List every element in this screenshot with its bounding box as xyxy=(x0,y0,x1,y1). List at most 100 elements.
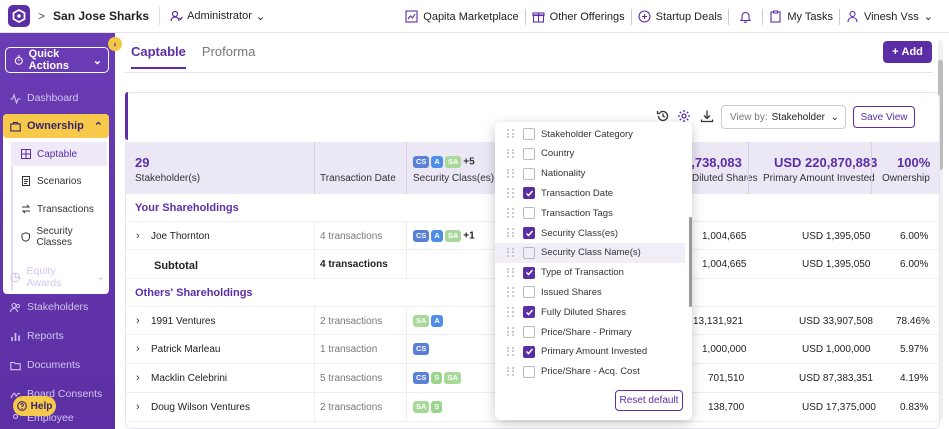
column-header-primary-amount[interactable]: Primary Amount Invested xyxy=(763,173,875,184)
chevron-down-icon: ⌄ xyxy=(92,54,102,67)
add-button[interactable]: + Add xyxy=(883,41,932,63)
column-option[interactable]: Primary Amount Invested xyxy=(495,342,685,362)
column-option[interactable]: Transaction Date xyxy=(495,183,685,203)
security-badges: CS S SA xyxy=(413,372,463,384)
chevron-right-icon[interactable]: › xyxy=(136,343,140,355)
column-option[interactable]: Stakeholder Category xyxy=(495,124,685,144)
column-header-stakeholders[interactable]: Stakeholder(s) xyxy=(135,173,200,184)
role-selector[interactable]: Administrator ⌄ xyxy=(170,10,265,23)
quick-actions-button[interactable]: Quick Actions ⌄ xyxy=(5,47,109,73)
gear-icon[interactable] xyxy=(677,109,691,123)
drag-handle-icon[interactable] xyxy=(507,129,515,139)
drag-handle-icon[interactable] xyxy=(507,327,515,337)
chevron-right-icon[interactable]: › xyxy=(136,315,140,327)
column-option[interactable]: Fully Diluted Shares xyxy=(495,302,685,322)
column-option[interactable]: Security Class Name(s) xyxy=(495,242,685,263)
column-option[interactable]: Issued Shares xyxy=(495,282,685,302)
sidebar-item-captable[interactable]: Captable xyxy=(11,142,107,166)
checkbox-unchecked[interactable] xyxy=(523,365,535,378)
transaction-count[interactable]: 5 transactions xyxy=(320,373,382,384)
drag-handle-icon[interactable] xyxy=(507,247,515,258)
drag-handle-icon[interactable] xyxy=(507,346,515,357)
column-option[interactable]: Security Class(es) xyxy=(495,223,685,243)
checkbox-unchecked[interactable] xyxy=(523,128,535,140)
notifications-button[interactable] xyxy=(729,10,762,23)
user-menu[interactable]: Vinesh Vss ⌄ xyxy=(840,10,939,23)
column-header-security-class[interactable]: Security Class(es) xyxy=(413,173,494,184)
badge-cs: CS xyxy=(413,372,430,384)
chevron-right-icon[interactable]: › xyxy=(136,401,140,413)
company-name[interactable]: San Jose Sharks xyxy=(53,9,149,23)
drag-handle-icon[interactable] xyxy=(507,208,515,218)
badge-sa: SA xyxy=(413,401,430,413)
checkbox-checked[interactable] xyxy=(523,306,535,319)
column-option[interactable]: Country xyxy=(495,144,685,164)
transaction-count[interactable]: 4 transactions xyxy=(320,231,382,242)
download-icon[interactable] xyxy=(700,109,714,123)
my-tasks-link[interactable]: My Tasks xyxy=(763,10,839,23)
column-option[interactable]: Price/Share - Primary xyxy=(495,322,685,342)
sidebar-item-ownership[interactable]: Ownership ⌃ xyxy=(3,114,109,138)
checkbox-unchecked[interactable] xyxy=(523,207,535,220)
column-header-ownership[interactable]: Ownership xyxy=(882,173,930,184)
checkbox-checked[interactable] xyxy=(523,266,535,279)
save-view-button[interactable]: Save View xyxy=(853,106,915,128)
column-menu-scrollbar[interactable] xyxy=(689,217,692,307)
chevron-down-icon: ⌄ xyxy=(830,111,839,123)
checkbox-unchecked[interactable] xyxy=(523,326,535,338)
checkbox-checked[interactable] xyxy=(523,345,535,358)
sidebar-item-security-classes[interactable]: Security Classes xyxy=(11,225,107,249)
sidebar-item-documents[interactable]: Documents xyxy=(0,354,115,376)
app-logo-icon[interactable] xyxy=(8,5,30,27)
tab-proforma[interactable]: Proforma xyxy=(202,44,255,69)
drag-handle-icon[interactable] xyxy=(507,366,515,377)
security-badges: SA A xyxy=(413,315,445,327)
drag-handle-icon[interactable] xyxy=(507,307,515,317)
column-option[interactable]: Nationality xyxy=(495,164,685,184)
top-bar: > San Jose Sharks Administrator ⌄ Qapita… xyxy=(0,0,949,33)
checkbox-unchecked[interactable] xyxy=(523,246,535,259)
tab-captable[interactable]: Captable xyxy=(131,44,186,69)
column-option[interactable]: Price/Share - Acq. Cost xyxy=(495,362,685,382)
sidebar-item-reports[interactable]: Reports xyxy=(0,325,115,347)
question-icon xyxy=(16,401,27,411)
reset-default-button[interactable]: Reset default xyxy=(615,390,683,411)
history-icon[interactable] xyxy=(656,109,670,123)
sidebar-item-transactions[interactable]: Transactions xyxy=(11,197,107,221)
checkbox-unchecked[interactable] xyxy=(523,147,535,160)
help-label: Help xyxy=(30,400,53,412)
column-header-transaction-date[interactable]: Transaction Date xyxy=(320,173,396,184)
drag-handle-icon[interactable] xyxy=(507,287,515,297)
sidebar-collapse-button[interactable]: ‹ xyxy=(108,37,122,51)
transaction-count[interactable]: 2 transactions xyxy=(320,402,382,413)
transaction-count[interactable]: 2 transactions xyxy=(320,316,382,327)
other-offerings-link[interactable]: Other Offerings xyxy=(526,10,631,23)
checkbox-unchecked[interactable] xyxy=(523,167,535,180)
chevron-right-icon[interactable]: › xyxy=(136,230,140,242)
transaction-count[interactable]: 1 transaction xyxy=(320,344,377,355)
chevron-left-icon: ‹ xyxy=(113,39,117,49)
drag-handle-icon[interactable] xyxy=(507,148,515,159)
sidebar-item-scenarios[interactable]: Scenarios xyxy=(11,169,107,193)
view-by-select[interactable]: View by: Stakeholder ⌄ xyxy=(721,105,846,129)
sidebar-item-stakeholders[interactable]: Stakeholders xyxy=(0,296,115,318)
sidebar-item-dashboard[interactable]: Dashboard xyxy=(0,87,115,109)
checkbox-checked[interactable] xyxy=(523,227,535,239)
marketplace-link[interactable]: Qapita Marketplace xyxy=(399,10,524,23)
chevron-right-icon[interactable]: › xyxy=(136,372,140,384)
checkbox-unchecked[interactable] xyxy=(523,286,535,299)
check-icon xyxy=(525,309,533,316)
stakeholder-name: Doug Wilson Ventures xyxy=(151,402,250,413)
help-button[interactable]: Help xyxy=(13,396,56,416)
column-option[interactable]: Transaction Tags xyxy=(495,203,685,223)
checkbox-checked[interactable] xyxy=(523,187,535,200)
startup-deals-link[interactable]: Startup Deals xyxy=(632,10,729,23)
drag-handle-icon[interactable] xyxy=(507,168,515,179)
drag-handle-icon[interactable] xyxy=(507,228,515,238)
sidebar-item-equity-awards[interactable]: Equity Awards ⌄ xyxy=(0,265,115,289)
column-option[interactable]: Type of Transaction xyxy=(495,263,685,283)
column-option-label: Issued Shares xyxy=(541,286,602,298)
drag-handle-icon[interactable] xyxy=(507,188,515,198)
drag-handle-icon[interactable] xyxy=(507,267,515,278)
badge-s: S xyxy=(431,401,443,413)
